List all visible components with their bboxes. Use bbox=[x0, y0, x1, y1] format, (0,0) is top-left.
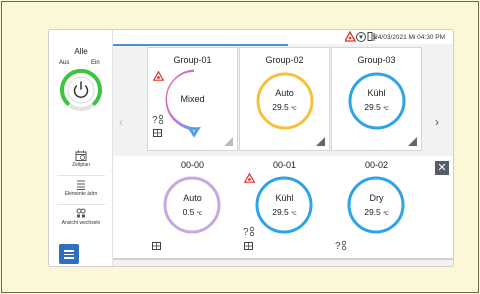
warning-circle-icon bbox=[356, 32, 366, 42]
divider bbox=[57, 175, 105, 176]
unit-card-00-02[interactable]: 00-02 Dry 29.5 ℃ ? bbox=[331, 156, 422, 258]
all-label: Alle bbox=[74, 47, 88, 56]
datetime: 24/03/2021 Mi 04:30 PM bbox=[374, 34, 445, 41]
nav-left-button[interactable]: ‹ bbox=[119, 115, 123, 129]
schedule-button[interactable]: Zeitplan bbox=[53, 150, 109, 168]
group-name: Group-03 bbox=[357, 55, 396, 65]
temperature: 0.5 ℃ bbox=[182, 207, 203, 217]
unknown-status-icon: ? bbox=[243, 226, 255, 237]
unit-name: 00-01 bbox=[272, 160, 297, 170]
switch-view-button[interactable]: Ansicht wechseln bbox=[53, 208, 109, 226]
nav-right-button[interactable]: › bbox=[435, 115, 439, 129]
mode-ring bbox=[347, 176, 405, 234]
mode-label: Auto bbox=[275, 88, 294, 98]
temperature: 29.5 ℃ bbox=[272, 102, 297, 112]
unit-card-00-00[interactable]: 00-00 Auto 0.5 ℃ bbox=[147, 156, 238, 258]
svg-text:?: ? bbox=[243, 227, 249, 237]
mode-label: Dry bbox=[369, 193, 384, 203]
unknown-status-icon: ? bbox=[152, 114, 164, 125]
mode-label: Auto bbox=[183, 193, 202, 203]
switch-view-label: Ansicht wechseln bbox=[61, 220, 101, 226]
temperature: 29.5 ℃ bbox=[272, 207, 297, 217]
unit-card-00-01[interactable]: 00-01 Kühl 29.5 ℃ ? bbox=[239, 156, 330, 258]
sidebar: Alle Aus Ein Zeitplan Elemente ädrn Ansi… bbox=[49, 30, 113, 266]
bottom-divider bbox=[113, 258, 453, 260]
hamburger-icon bbox=[64, 250, 74, 252]
unknown-status-icon: ? bbox=[335, 240, 347, 251]
edit-elements-label: Elemente ädrn bbox=[64, 191, 98, 197]
unit-name: 00-00 bbox=[180, 160, 205, 170]
grid-icon bbox=[152, 242, 161, 250]
schedule-label: Zeitplan bbox=[72, 162, 90, 168]
power-toggle[interactable] bbox=[58, 67, 104, 113]
switch-view-icon bbox=[76, 208, 86, 218]
divider bbox=[57, 204, 105, 205]
group-name: Group-02 bbox=[265, 55, 304, 65]
edit-list-icon bbox=[77, 180, 85, 190]
mode-ring bbox=[348, 72, 406, 130]
main-panel: 24/03/2021 Mi 04:30 PM ‹ › Group-01 Mixe… bbox=[113, 30, 453, 266]
grid-icon bbox=[244, 242, 253, 250]
temperature: 29.5 ℃ bbox=[364, 102, 389, 112]
group-card-03[interactable]: Group-03 Kühl 29.5 ℃ bbox=[331, 47, 422, 151]
mode-ring bbox=[255, 176, 313, 234]
mode-label: Kühl bbox=[275, 193, 294, 203]
page-indicator bbox=[113, 44, 288, 46]
expand-corner-icon bbox=[316, 137, 325, 146]
mode-label: Kühl bbox=[367, 88, 386, 98]
mode-ring bbox=[163, 176, 221, 234]
group-card-02[interactable]: Group-02 Auto 29.5 ℃ bbox=[239, 47, 330, 151]
svg-text:?: ? bbox=[335, 241, 341, 251]
mode-label: Mixed bbox=[180, 94, 205, 104]
group-name: Group-01 bbox=[173, 55, 212, 65]
device-frame: Alle Aus Ein Zeitplan Elemente ädrn Ansi… bbox=[1, 1, 479, 293]
close-button[interactable]: ✕ bbox=[435, 161, 449, 175]
expand-corner-icon bbox=[408, 137, 417, 146]
temperature: 29.5 ℃ bbox=[364, 207, 389, 217]
svg-text:?: ? bbox=[152, 115, 158, 125]
chevron-left-icon: ‹ bbox=[119, 115, 123, 129]
calendar-icon bbox=[75, 150, 87, 161]
mode-ring bbox=[165, 69, 221, 138]
edit-elements-button[interactable]: Elemente ädrn bbox=[53, 179, 109, 197]
mode-ring bbox=[256, 72, 314, 130]
menu-button[interactable] bbox=[59, 244, 79, 264]
status-bar: 24/03/2021 Mi 04:30 PM bbox=[113, 30, 453, 44]
close-icon: ✕ bbox=[437, 162, 447, 174]
chevron-right-icon: › bbox=[435, 115, 439, 129]
on-label: Ein bbox=[91, 60, 100, 66]
alert-icon bbox=[345, 31, 357, 42]
grid-icon bbox=[153, 129, 162, 137]
unit-name: 00-02 bbox=[364, 160, 389, 170]
controller-screen: Alle Aus Ein Zeitplan Elemente ädrn Ansi… bbox=[48, 29, 454, 267]
group-card-01[interactable]: Group-01 Mixed ? bbox=[147, 47, 238, 151]
expand-corner-icon bbox=[224, 137, 233, 146]
off-label: Aus bbox=[59, 60, 70, 66]
